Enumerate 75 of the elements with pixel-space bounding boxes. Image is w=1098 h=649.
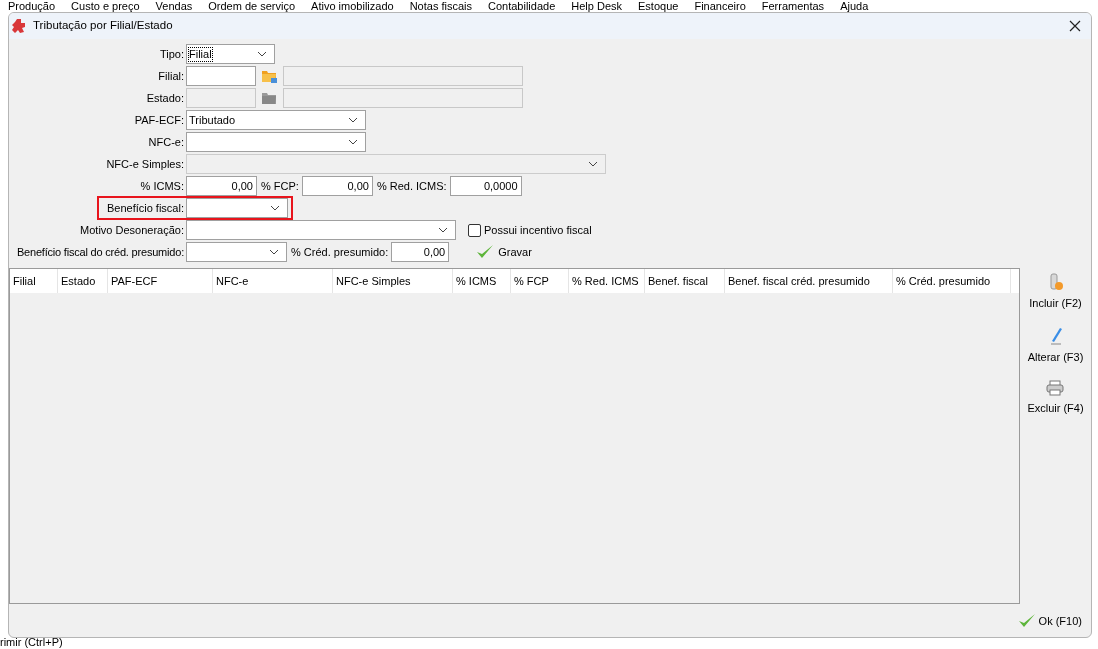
column-header[interactable]: Benef. fiscal bbox=[645, 269, 725, 293]
column-header[interactable]: % Créd. presumido bbox=[893, 269, 1011, 293]
toolbar-button[interactable]: Excluir (F4) bbox=[1027, 380, 1084, 417]
save-button[interactable]: Gravar bbox=[476, 243, 532, 261]
fcp-field[interactable]: 0,00 bbox=[301, 176, 373, 196]
column-header[interactable]: % ICMS bbox=[453, 269, 511, 293]
column-header[interactable]: PAF-ECF bbox=[108, 269, 213, 293]
icms-field[interactable]: 0,00 bbox=[186, 176, 257, 196]
nfce-select[interactable] bbox=[186, 132, 366, 152]
menu-item[interactable]: Ajuda bbox=[840, 0, 869, 12]
field-label: % Red. ICMS: bbox=[376, 178, 447, 194]
app-logo-icon bbox=[12, 19, 26, 33]
chevron-down-icon bbox=[348, 139, 358, 145]
chevron-down-icon bbox=[270, 205, 280, 211]
column-header[interactable]: Estado bbox=[58, 269, 108, 293]
menu-item[interactable]: Vendas bbox=[155, 0, 193, 12]
field-label: NFC-e: bbox=[148, 134, 184, 150]
chevron-down-icon bbox=[348, 117, 358, 123]
presumed-credit-field[interactable]: 0,00 bbox=[391, 242, 450, 262]
check-icon bbox=[476, 244, 495, 260]
menu-item[interactable]: Financeiro bbox=[694, 0, 746, 12]
close-button[interactable] bbox=[1067, 18, 1083, 34]
checkbox[interactable] bbox=[468, 223, 481, 237]
field-label: Benefício fiscal: bbox=[106, 200, 184, 216]
column-header[interactable]: % FCP bbox=[511, 269, 569, 293]
field-label: Possui incentivo fiscal bbox=[484, 222, 592, 238]
chevron-down-icon bbox=[588, 161, 598, 167]
state-name-field[interactable] bbox=[283, 88, 523, 108]
chevron-down-icon bbox=[269, 249, 279, 255]
branch-code-field[interactable] bbox=[186, 66, 256, 86]
menu-item[interactable]: Custo e preço bbox=[71, 0, 140, 12]
field-label: Benefício fiscal do créd. presumido: bbox=[16, 244, 184, 260]
check-icon bbox=[1017, 612, 1036, 629]
toolbar-button[interactable]: Incluir (F2) bbox=[1029, 273, 1082, 312]
chevron-down-icon bbox=[438, 227, 448, 233]
branch-name-field[interactable] bbox=[283, 66, 523, 86]
field-label: PAF-ECF: bbox=[134, 112, 184, 128]
column-header[interactable]: NFC-e Simples bbox=[333, 269, 453, 293]
menu-item[interactable]: Ferramentas bbox=[761, 0, 825, 12]
column-header[interactable]: % Red. ICMS bbox=[569, 269, 645, 293]
menu-item[interactable]: Estoque bbox=[638, 0, 679, 12]
menu-item[interactable]: Ordem de serviço bbox=[208, 0, 296, 12]
menu-item[interactable]: Produção bbox=[8, 0, 56, 12]
menu-item[interactable]: Help Desk bbox=[571, 0, 623, 12]
chevron-down-icon bbox=[257, 51, 267, 57]
column-header[interactable]: Benef. fiscal créd. presumido bbox=[725, 269, 893, 293]
menu-item[interactable]: Ativo imobilizado bbox=[311, 0, 394, 12]
folder-icon[interactable] bbox=[261, 90, 278, 106]
toolbar-button[interactable]: Alterar (F3) bbox=[1027, 326, 1084, 365]
window-title: Tributação por Filial/Estado bbox=[33, 18, 173, 34]
type-select[interactable]: Filial bbox=[186, 44, 275, 64]
pencil-icon bbox=[1048, 326, 1063, 345]
footer-text: rimir (Ctrl+P) bbox=[0, 636, 63, 648]
field-label: % FCP: bbox=[261, 178, 299, 194]
folder-search-icon[interactable] bbox=[261, 68, 278, 84]
field-label: % Créd. presumido: bbox=[291, 244, 389, 260]
field-label: Estado: bbox=[146, 90, 184, 106]
field-label: Motivo Desoneração: bbox=[80, 222, 184, 238]
field-label: Filial: bbox=[158, 68, 184, 84]
menu-item[interactable]: Notas fiscais bbox=[409, 0, 472, 12]
column-header[interactable]: Filial bbox=[10, 269, 58, 293]
field-label: Tipo: bbox=[159, 46, 184, 62]
field-label: NFC-e Simples: bbox=[106, 156, 184, 172]
field-label: % ICMS: bbox=[140, 178, 184, 194]
ok-button[interactable]: Ok (F10) bbox=[1017, 612, 1082, 629]
presumed-credit-benefit-select[interactable] bbox=[186, 242, 287, 262]
fiscal-benefit-select[interactable] bbox=[186, 198, 288, 218]
printer-icon bbox=[1046, 380, 1065, 396]
close-icon bbox=[1069, 20, 1081, 32]
exemption-reason-select[interactable] bbox=[186, 220, 456, 240]
menu-item[interactable]: Contabilidade bbox=[488, 0, 556, 12]
icms-reduction-field[interactable]: 0,0000 bbox=[449, 176, 522, 196]
paf-ecf-select[interactable]: Tributado bbox=[186, 110, 366, 130]
column-header[interactable]: NFC-e bbox=[213, 269, 333, 293]
bottle-plus-icon bbox=[1047, 273, 1064, 291]
